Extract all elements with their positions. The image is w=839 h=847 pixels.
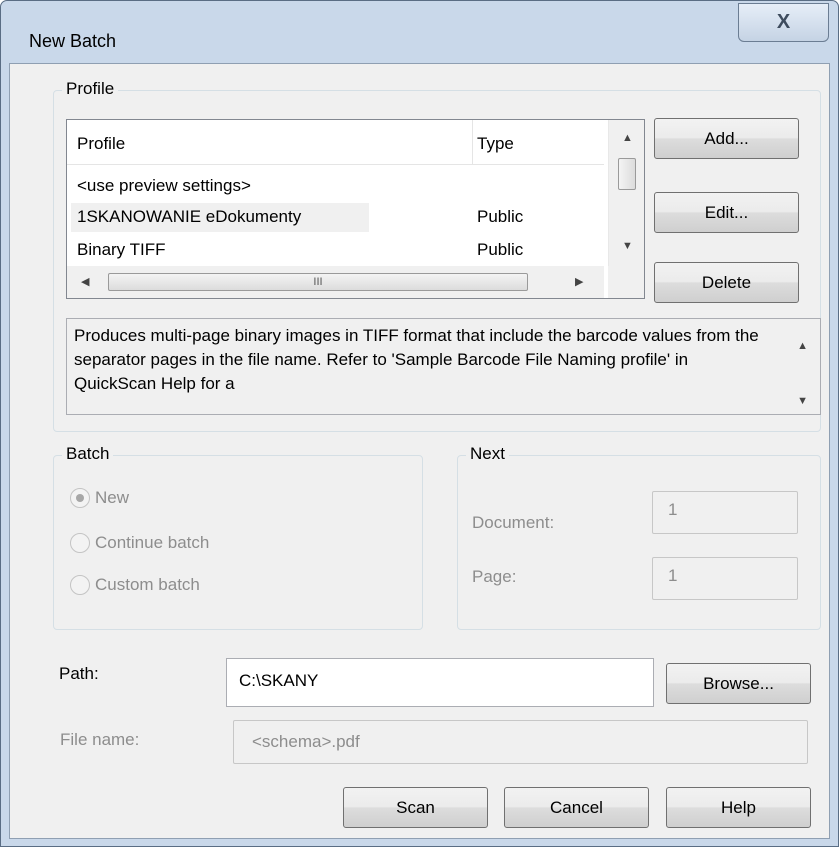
window-title: New Batch <box>29 31 117 51</box>
list-item[interactable]: Binary TIFF Public <box>67 234 604 266</box>
next-group-label: Next <box>466 444 509 464</box>
dialog-body: Profile Profile Type <use preview settin… <box>9 63 830 839</box>
cancel-button[interactable]: Cancel <box>504 787 649 828</box>
arrow-up-icon[interactable]: ▲ <box>797 334 808 358</box>
path-label: Path: <box>59 664 99 683</box>
scroll-thumb[interactable] <box>618 158 636 190</box>
radio-button-checked[interactable] <box>70 488 90 508</box>
list-item[interactable]: 1SKANOWANIE eDokumenty Public <box>67 201 604 233</box>
path-value: C:\SKANY <box>239 671 319 690</box>
file-name-field[interactable]: <schema>.pdf <box>233 720 808 764</box>
column-divider[interactable] <box>472 120 473 165</box>
browse-button[interactable]: Browse... <box>666 663 811 704</box>
next-group: Next <box>457 444 821 630</box>
profile-name: Binary TIFF <box>77 240 166 259</box>
help-button[interactable]: Help <box>666 787 811 828</box>
column-header-type[interactable]: Type <box>477 134 514 154</box>
arrow-up-icon[interactable]: ▲ <box>622 132 633 144</box>
radio-button[interactable] <box>70 533 90 553</box>
page-number-value: 1 <box>668 566 678 585</box>
edit-button[interactable]: Edit... <box>654 192 799 233</box>
radio-label: New <box>95 488 130 507</box>
batch-group-label: Batch <box>62 444 114 464</box>
scroll-thumb[interactable]: III <box>108 273 528 291</box>
delete-button[interactable]: Delete <box>654 262 799 303</box>
vertical-scrollbar[interactable]: ▲ ▼ <box>608 120 644 268</box>
file-name-value: <schema>.pdf <box>252 732 360 751</box>
scan-button[interactable]: Scan <box>343 787 488 828</box>
column-header-profile[interactable]: Profile <box>77 134 125 154</box>
profile-type: Public <box>477 207 524 226</box>
profile-group-label: Profile <box>62 79 119 99</box>
arrow-left-icon[interactable]: ◀ <box>81 275 89 288</box>
close-button[interactable]: X <box>738 3 829 42</box>
file-name-label: File name: <box>60 730 140 749</box>
radio-button[interactable] <box>70 575 90 595</box>
radio-custom-batch[interactable]: Custom batch <box>70 575 200 595</box>
radio-label: Custom batch <box>95 575 200 594</box>
list-item[interactable]: <use preview settings> <box>67 170 604 202</box>
arrow-right-icon[interactable]: ▶ <box>575 275 583 288</box>
page-number-field[interactable]: 1 <box>652 557 798 600</box>
arrow-down-icon[interactable]: ▼ <box>622 240 633 252</box>
profile-list[interactable]: Profile Type <use preview settings> 1SKA… <box>66 119 645 299</box>
profile-type: Public <box>477 240 524 259</box>
document-number-field[interactable]: 1 <box>652 491 798 534</box>
scrollbar-corner <box>608 266 644 298</box>
description-text: Produces multi-page binary images in TIF… <box>74 326 759 393</box>
new-batch-dialog: New Batch X Profile Profile Type <use pr… <box>0 0 839 847</box>
document-label: Document: <box>472 513 555 532</box>
path-input[interactable]: C:\SKANY <box>226 658 654 707</box>
profile-list-header: Profile Type <box>67 120 604 165</box>
add-button[interactable]: Add... <box>654 118 799 159</box>
page-label: Page: <box>472 567 517 586</box>
radio-continue-batch[interactable]: Continue batch <box>70 533 209 553</box>
profile-description: Produces multi-page binary images in TIF… <box>66 318 821 415</box>
close-icon: X <box>776 11 791 33</box>
radio-label: Continue batch <box>95 533 210 552</box>
arrow-down-icon[interactable]: ▼ <box>797 389 808 413</box>
document-number-value: 1 <box>668 500 678 519</box>
radio-new[interactable]: New <box>70 488 129 508</box>
profile-name: <use preview settings> <box>77 176 251 195</box>
profile-name: 1SKANOWANIE eDokumenty <box>77 207 302 226</box>
horizontal-scrollbar[interactable]: ◀ III ▶ <box>67 266 604 298</box>
grip-icon: III <box>313 276 323 288</box>
